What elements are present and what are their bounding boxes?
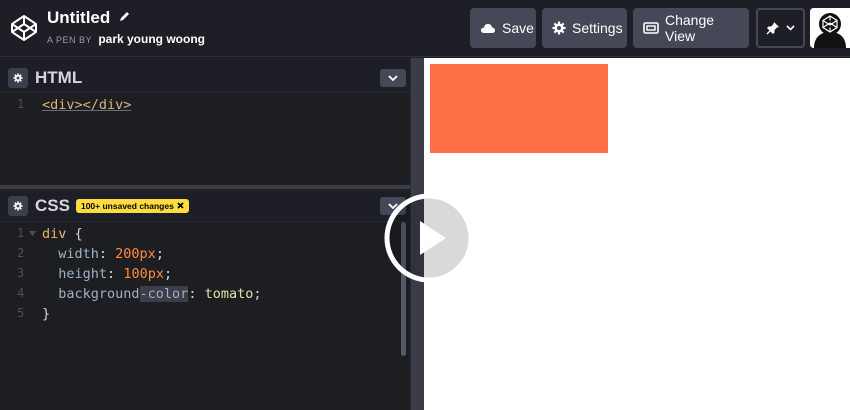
author-name[interactable]: park young woong bbox=[98, 32, 205, 46]
play-icon[interactable] bbox=[384, 193, 474, 283]
code-line: 4 background-color: tomato; bbox=[0, 286, 410, 306]
preview-pane bbox=[424, 58, 850, 410]
css-editor-header: CSS 100+ unsaved changes bbox=[0, 189, 410, 222]
code-text: background-color: tomato; bbox=[58, 286, 262, 302]
line-number: 5 bbox=[17, 306, 25, 320]
pin-menu-button[interactable] bbox=[756, 8, 805, 48]
css-selector: div bbox=[42, 226, 67, 242]
code-line: 5 } bbox=[0, 306, 410, 326]
unsaved-changes-label: 100+ unsaved changes bbox=[80, 200, 174, 211]
code-line: 1 div { bbox=[0, 226, 410, 246]
pin-icon bbox=[766, 22, 779, 35]
close-icon[interactable] bbox=[177, 202, 184, 209]
header-bar: Untitled A PEN BY park young woong Save … bbox=[0, 0, 850, 57]
settings-label: Settings bbox=[572, 20, 623, 36]
code-line: 2 width: 200px; bbox=[0, 246, 410, 266]
line-number: 4 bbox=[17, 286, 25, 300]
save-label: Save bbox=[502, 20, 534, 36]
avatar[interactable] bbox=[810, 8, 850, 48]
css-editor-title: CSS bbox=[35, 195, 70, 215]
pen-title[interactable]: Untitled bbox=[47, 8, 110, 28]
code-text: } bbox=[42, 306, 51, 322]
css-brace: { bbox=[66, 226, 83, 242]
gear-icon bbox=[552, 21, 566, 35]
css-settings-button[interactable] bbox=[8, 195, 28, 216]
pen-title-area: Untitled A PEN BY park young woong bbox=[47, 8, 205, 46]
css-property: width bbox=[58, 246, 99, 262]
line-number: 2 bbox=[17, 246, 25, 260]
cloud-icon bbox=[480, 23, 496, 33]
html-editor-title: HTML bbox=[35, 67, 83, 87]
byline-prefix: A PEN BY bbox=[47, 35, 93, 45]
code-text: <div></div> bbox=[42, 97, 132, 113]
pencil-icon[interactable] bbox=[119, 9, 131, 27]
code-line: 1 <div></div> bbox=[0, 97, 410, 117]
css-value: 200px bbox=[115, 246, 156, 262]
line-number: 3 bbox=[17, 266, 25, 280]
chevron-down-icon bbox=[388, 74, 398, 81]
html-code-area[interactable]: 1 <div></div> bbox=[0, 92, 410, 185]
code-line: 3 height: 100px; bbox=[0, 266, 410, 286]
code-text: width: 200px; bbox=[58, 246, 164, 262]
html-collapse-button[interactable] bbox=[380, 68, 406, 87]
gear-icon bbox=[13, 200, 23, 211]
preview-div-box bbox=[430, 64, 608, 153]
byline: A PEN BY park young woong bbox=[47, 32, 205, 46]
codepen-logo-icon[interactable] bbox=[10, 14, 38, 42]
css-value: tomato bbox=[204, 286, 254, 302]
chevron-down-icon bbox=[786, 25, 795, 31]
codepen-editor-app: Untitled A PEN BY park young woong Save … bbox=[0, 0, 850, 410]
unsaved-changes-badge[interactable]: 100+ unsaved changes bbox=[75, 198, 189, 213]
css-property: background bbox=[58, 286, 140, 302]
css-property: height bbox=[58, 266, 108, 282]
save-button[interactable]: Save bbox=[470, 8, 536, 48]
code-text: height: 100px; bbox=[58, 266, 173, 282]
line-number: 1 bbox=[17, 97, 25, 111]
fold-arrow-icon[interactable] bbox=[29, 231, 36, 236]
change-view-button[interactable]: Change View bbox=[633, 8, 749, 48]
html-editor-header: HTML bbox=[0, 61, 410, 94]
css-value: 100px bbox=[123, 266, 164, 282]
change-view-label: Change View bbox=[665, 12, 715, 44]
settings-button[interactable]: Settings bbox=[542, 8, 627, 48]
html-settings-button[interactable] bbox=[8, 67, 28, 88]
css-code-area[interactable]: 1 div { 2 width: 200px; 3 height: 100px;… bbox=[0, 221, 410, 410]
line-number: 1 bbox=[17, 226, 25, 240]
gear-icon bbox=[13, 72, 23, 83]
editors-column: HTML 1 <div></div> CSS 100+ unsaved chan… bbox=[0, 58, 410, 410]
code-text: div { bbox=[42, 226, 83, 242]
layout-icon bbox=[643, 22, 659, 34]
css-property-highlight: -color bbox=[139, 286, 189, 302]
